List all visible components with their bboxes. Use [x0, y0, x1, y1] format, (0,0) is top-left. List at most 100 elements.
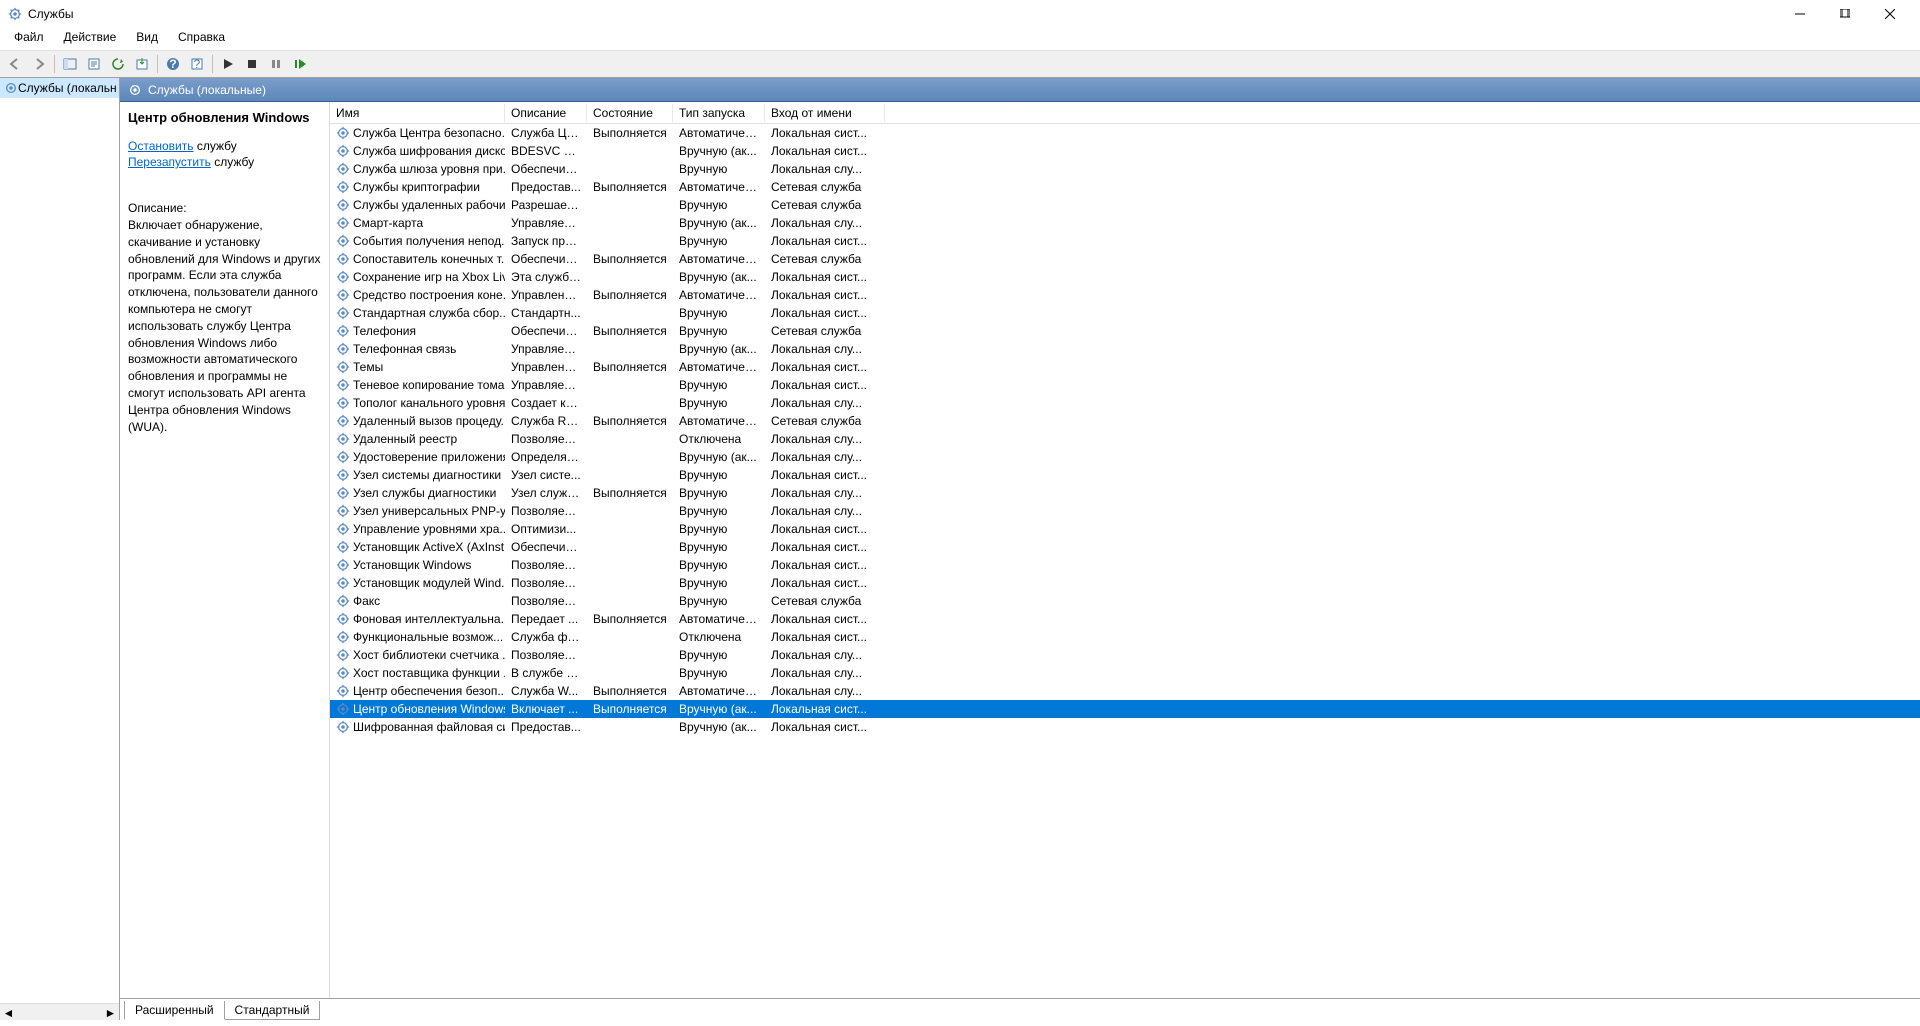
- service-state: [587, 528, 673, 530]
- service-row[interactable]: ФаксПозволяет ...ВручнуюСетевая служба: [330, 592, 1920, 610]
- service-row[interactable]: Шифрованная файловая си...Предостав...Вр…: [330, 718, 1920, 736]
- scroll-left-icon[interactable]: ◄: [0, 1004, 17, 1020]
- toolbar: ? ?: [0, 50, 1920, 78]
- service-start: Вручную: [673, 665, 765, 681]
- stop-link[interactable]: Остановить: [128, 139, 194, 153]
- tab-extended[interactable]: Расширенный: [124, 1001, 225, 1020]
- menu-action[interactable]: Действие: [54, 28, 127, 49]
- service-name: Функциональные возмож...: [353, 630, 503, 644]
- list-header: Имя Описание Состояние Тип запуска Вход …: [330, 102, 1920, 124]
- service-row[interactable]: Узел системы диагностикиУзел систе...Вру…: [330, 466, 1920, 484]
- service-desc: Позволяет ...: [505, 593, 587, 609]
- service-row[interactable]: Теневое копирование томаУправляет ...Вру…: [330, 376, 1920, 394]
- service-start: Вручную: [673, 395, 765, 411]
- service-row[interactable]: Центр обновления WindowsВключает ...Выпо…: [330, 700, 1920, 718]
- service-desc: Служба фу...: [505, 629, 587, 645]
- horizontal-scrollbar[interactable]: ◄ ►: [0, 1003, 119, 1020]
- service-row[interactable]: Узел службы диагностикиУзел служб...Выпо…: [330, 484, 1920, 502]
- service-row[interactable]: Хост библиотеки счетчика ...Позволяет ..…: [330, 646, 1920, 664]
- gear-icon: [336, 288, 350, 302]
- service-row[interactable]: Служба шифрования диско...BDESVC пр...Вр…: [330, 142, 1920, 160]
- service-row[interactable]: ТемыУправлени...ВыполняетсяАвтоматичес..…: [330, 358, 1920, 376]
- service-state: [587, 636, 673, 638]
- service-row[interactable]: Установщик ActiveX (AxInst...Обеспечив..…: [330, 538, 1920, 556]
- properties-button[interactable]: [83, 53, 105, 75]
- service-logon: Сетевая служба: [765, 251, 885, 267]
- menu-help[interactable]: Справка: [168, 28, 235, 49]
- service-desc: Обеспечив...: [505, 161, 587, 177]
- service-row[interactable]: Функциональные возмож...Служба фу...Откл…: [330, 628, 1920, 646]
- service-row[interactable]: Установщик WindowsПозволяет ...ВручнуюЛо…: [330, 556, 1920, 574]
- service-desc: Служба Це...: [505, 125, 587, 141]
- desc-text: Включает обнаружение, скачивание и устан…: [128, 217, 321, 435]
- col-state[interactable]: Состояние: [587, 104, 673, 122]
- service-start: Вручную: [673, 503, 765, 519]
- gear-icon: [336, 360, 350, 374]
- service-state: [587, 474, 673, 476]
- export-button[interactable]: [131, 53, 153, 75]
- scroll-right-icon[interactable]: ►: [102, 1004, 119, 1020]
- service-logon: Локальная сист...: [765, 701, 885, 717]
- service-state: [587, 348, 673, 350]
- col-name[interactable]: Имя: [330, 104, 505, 122]
- service-row[interactable]: Служба Центра безопасно...Служба Це...Вы…: [330, 124, 1920, 142]
- stop-button[interactable]: [241, 53, 263, 75]
- service-row[interactable]: Службы удаленных рабочи...Разрешает ...В…: [330, 196, 1920, 214]
- forward-button[interactable]: [28, 53, 50, 75]
- service-logon: Локальная сист...: [765, 629, 885, 645]
- help-button[interactable]: ?: [162, 53, 184, 75]
- pause-button[interactable]: [265, 53, 287, 75]
- service-row[interactable]: Установщик модулей Wind...Позволяет ...В…: [330, 574, 1920, 592]
- service-row[interactable]: Управление уровнями хра...Оптимизи...Вру…: [330, 520, 1920, 538]
- minimize-button[interactable]: [1777, 0, 1822, 28]
- service-row[interactable]: Смарт-картаУправляет ...Вручную (ак...Ло…: [330, 214, 1920, 232]
- menu-file[interactable]: Файл: [4, 28, 54, 49]
- restart-link[interactable]: Перезапустить: [128, 155, 211, 169]
- maximize-button[interactable]: [1822, 0, 1867, 28]
- service-row[interactable]: Тополог канального уровняСоздает ка...Вр…: [330, 394, 1920, 412]
- gear-icon: [336, 540, 350, 554]
- show-hide-tree-button[interactable]: [59, 53, 81, 75]
- col-desc[interactable]: Описание: [505, 104, 587, 122]
- restart-button[interactable]: [289, 53, 311, 75]
- service-row[interactable]: Телефонная связьУправляет ...Вручную (ак…: [330, 340, 1920, 358]
- service-name: Смарт-карта: [353, 216, 423, 230]
- service-row[interactable]: Узел универсальных PNP-у...Позволяет ...…: [330, 502, 1920, 520]
- service-start: Вручную (ак...: [673, 341, 765, 357]
- menu-view[interactable]: Вид: [126, 28, 168, 49]
- service-row[interactable]: Средство построения коне...Управлени...В…: [330, 286, 1920, 304]
- tree-item-services[interactable]: Службы (локальн: [0, 78, 119, 98]
- col-logon[interactable]: Вход от имени: [765, 104, 885, 122]
- refresh-button[interactable]: [107, 53, 129, 75]
- gear-icon: [336, 684, 350, 698]
- gear-icon: [336, 252, 350, 266]
- service-row[interactable]: Службы криптографииПредостав...Выполняет…: [330, 178, 1920, 196]
- service-row[interactable]: Удаленный вызов процеду...Служба RP...Вы…: [330, 412, 1920, 430]
- service-row[interactable]: Удостоверение приложенияОпределяе...Вруч…: [330, 448, 1920, 466]
- service-logon: Локальная слу...: [765, 647, 885, 663]
- service-row[interactable]: ТелефонияОбеспечив...ВыполняетсяВручнуюС…: [330, 322, 1920, 340]
- back-button[interactable]: [4, 53, 26, 75]
- service-row[interactable]: Стандартная служба сбор...Стандартн...Вр…: [330, 304, 1920, 322]
- service-row[interactable]: Центр обеспечения безоп...Служба W...Вып…: [330, 682, 1920, 700]
- service-row[interactable]: Сопоставитель конечных т...Обеспечив...В…: [330, 250, 1920, 268]
- close-button[interactable]: [1867, 0, 1912, 28]
- help2-button[interactable]: ?: [186, 53, 208, 75]
- service-state: [587, 438, 673, 440]
- tab-standard[interactable]: Стандартный: [224, 1001, 321, 1020]
- service-row[interactable]: События получения непод...Запуск при...В…: [330, 232, 1920, 250]
- service-logon: Локальная сист...: [765, 719, 885, 735]
- service-row[interactable]: Сохранение игр на Xbox LiveЭта служба...…: [330, 268, 1920, 286]
- stop-suffix: службу: [194, 139, 237, 153]
- service-state: [587, 726, 673, 728]
- service-row[interactable]: Хост поставщика функции ...В службе F...…: [330, 664, 1920, 682]
- service-row[interactable]: Служба шлюза уровня при...Обеспечив...Вр…: [330, 160, 1920, 178]
- service-state: Выполняется: [587, 359, 673, 375]
- col-start[interactable]: Тип запуска: [673, 104, 765, 122]
- service-start: Вручную: [673, 467, 765, 483]
- service-row[interactable]: Удаленный реестрПозволяет ...ОтключенаЛо…: [330, 430, 1920, 448]
- restart-suffix: службу: [211, 155, 254, 169]
- gear-icon: [336, 666, 350, 680]
- start-button[interactable]: [217, 53, 239, 75]
- service-row[interactable]: Фоновая интеллектуальна...Передает ...Вы…: [330, 610, 1920, 628]
